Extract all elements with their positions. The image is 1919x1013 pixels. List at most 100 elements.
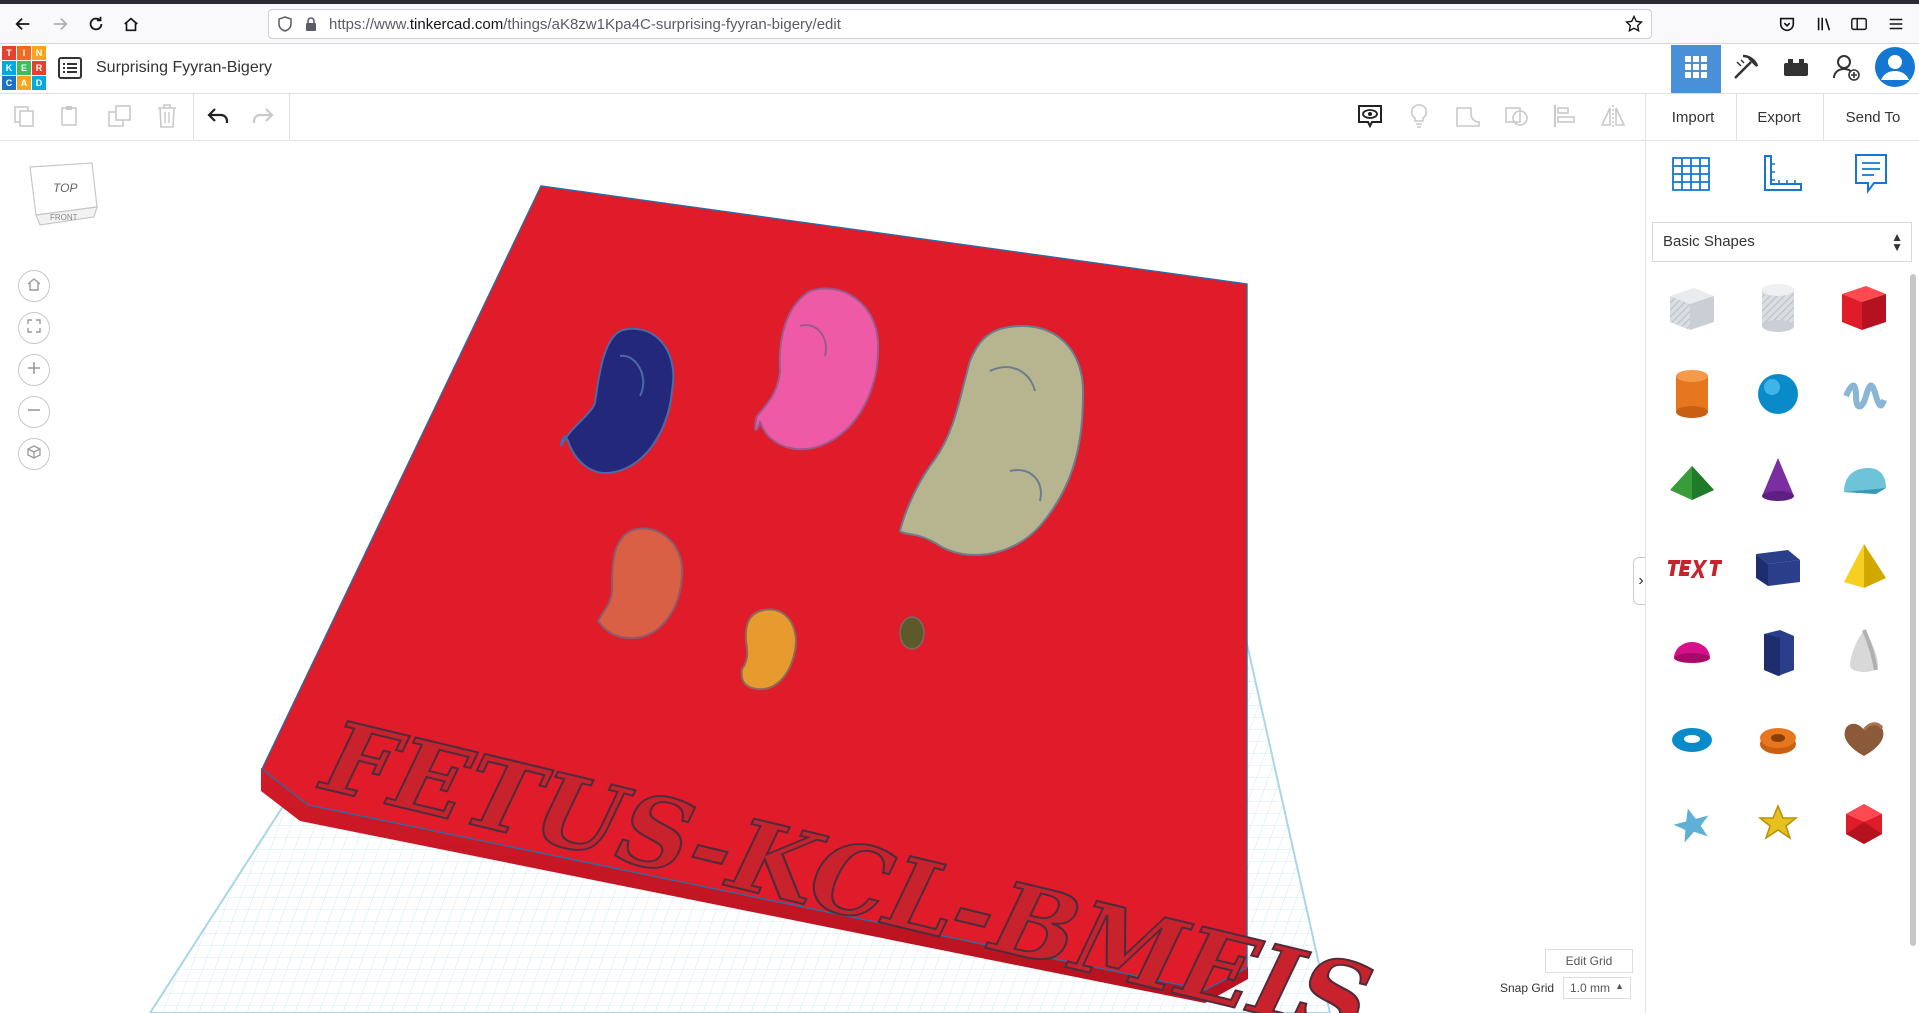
- half-sphere-icon[interactable]: [1660, 620, 1724, 684]
- scene-canvas[interactable]: FETUS-KCL-BMEIS: [0, 141, 1645, 1013]
- sphere-icon[interactable]: [1746, 362, 1810, 426]
- cylinder-hole-icon[interactable]: [1746, 276, 1810, 340]
- plus-icon: [26, 360, 42, 381]
- mirror-button[interactable]: [1598, 103, 1628, 133]
- scribble-icon[interactable]: [1832, 362, 1896, 426]
- align-button[interactable]: [1550, 103, 1580, 133]
- bookmark-star-icon[interactable]: [1624, 14, 1644, 38]
- design-title[interactable]: Surprising Fyyran-Bigery: [96, 59, 272, 77]
- home-icon[interactable]: [117, 10, 145, 38]
- torus-icon[interactable]: [1660, 706, 1724, 770]
- workplane-button[interactable]: [1666, 151, 1716, 201]
- heart-icon[interactable]: [1832, 706, 1896, 770]
- zoom-in-button[interactable]: [18, 354, 50, 386]
- paste-button[interactable]: [55, 103, 85, 133]
- tab-bricks[interactable]: [1771, 45, 1821, 93]
- ungroup-icon: [1503, 103, 1531, 134]
- lock-icon[interactable]: [303, 16, 319, 37]
- tab-3d-design[interactable]: [1671, 45, 1721, 93]
- logo-letter: T: [2, 46, 16, 60]
- workplane-grid-icon: [1669, 154, 1713, 199]
- action-bar: Import Export Send To: [1645, 94, 1919, 141]
- zoom-out-button[interactable]: [18, 396, 50, 428]
- duplicate-button[interactable]: [105, 103, 135, 133]
- group-button[interactable]: [1453, 103, 1483, 133]
- ruler-button[interactable]: [1756, 151, 1806, 201]
- ungroup-button[interactable]: [1502, 103, 1532, 133]
- logo-letter: E: [17, 61, 31, 75]
- fit-view-button[interactable]: [18, 312, 50, 344]
- lightbulb-button[interactable]: [1404, 103, 1434, 133]
- ruler-icon: [1759, 154, 1803, 199]
- star-gold-icon[interactable]: [1746, 792, 1810, 856]
- shield-icon[interactable]: [277, 16, 293, 37]
- edit-grid-button[interactable]: Edit Grid: [1545, 949, 1633, 973]
- view-cube-top-label[interactable]: TOP: [53, 181, 77, 195]
- back-icon[interactable]: [9, 10, 37, 38]
- view-cube-front-label[interactable]: FRONT: [50, 213, 78, 222]
- logo-letter: R: [32, 61, 46, 75]
- url-bar[interactable]: https://www.tinkercad.com/things/aK8zw1K…: [268, 9, 1652, 39]
- logo-letter: K: [2, 61, 16, 75]
- tinkercad-logo[interactable]: T I N K E R C A D: [2, 46, 46, 91]
- tube-icon[interactable]: [1746, 706, 1810, 770]
- text-shape-icon[interactable]: [1660, 534, 1724, 598]
- roof-icon[interactable]: [1660, 448, 1724, 512]
- eye-bubble-icon: [1356, 102, 1384, 135]
- pyramid-icon[interactable]: [1832, 534, 1896, 598]
- 3d-viewport[interactable]: FETUS-KCL-BMEIS TOP FRONT Edit Grid Snap…: [0, 141, 1645, 1013]
- shape-category-select[interactable]: Basic Shapes ▲ ▼: [1652, 222, 1912, 262]
- sidebar-icon[interactable]: [1845, 10, 1873, 38]
- logo-letter: I: [17, 46, 31, 60]
- panel-scrollbar[interactable]: [1910, 274, 1916, 946]
- pocket-icon[interactable]: [1773, 10, 1801, 38]
- redo-button[interactable]: [248, 103, 278, 133]
- snap-grid-select[interactable]: 1.0 mm ▲: [1563, 977, 1631, 999]
- app-header: T I N K E R C A D Surprising Fyyran-Bige…: [0, 45, 1919, 94]
- add-user-icon: [1831, 52, 1861, 87]
- box-icon[interactable]: [1832, 276, 1896, 340]
- cylinder-icon[interactable]: [1660, 362, 1724, 426]
- delete-button[interactable]: [152, 103, 182, 133]
- paste-icon: [58, 104, 82, 133]
- undo-icon: [206, 106, 230, 131]
- logo-letter: A: [17, 76, 31, 90]
- tab-blocks[interactable]: [1721, 45, 1771, 93]
- undo-button[interactable]: [203, 103, 233, 133]
- copy-icon: [12, 104, 36, 133]
- send-to-button[interactable]: Send To: [1829, 94, 1917, 140]
- user-avatar[interactable]: [1870, 45, 1919, 93]
- home-view-icon: [26, 276, 42, 297]
- url-text[interactable]: https://www.tinkercad.com/things/aK8zw1K…: [329, 16, 841, 33]
- menu-icon[interactable]: [1882, 10, 1910, 38]
- export-button[interactable]: Export: [1744, 94, 1814, 140]
- notes-button[interactable]: [1846, 151, 1896, 201]
- design-list-icon[interactable]: [58, 57, 82, 84]
- collapse-panel-tab[interactable]: ›: [1633, 557, 1645, 605]
- import-button[interactable]: Import: [1658, 94, 1728, 140]
- perspective-button[interactable]: [18, 438, 50, 470]
- group-icon: [1454, 103, 1482, 134]
- forward-icon[interactable]: [46, 10, 74, 38]
- toolbar-divider: [289, 94, 290, 141]
- box-hole-icon[interactable]: [1660, 276, 1724, 340]
- shapes-panel: Basic Shapes ▲ ▼: [1645, 141, 1919, 1013]
- cone-icon[interactable]: [1746, 448, 1810, 512]
- home-view-button[interactable]: [18, 270, 50, 302]
- cube-icon: [26, 444, 42, 465]
- icosahedron-icon[interactable]: [1832, 792, 1896, 856]
- align-icon: [1552, 103, 1578, 134]
- library-icon[interactable]: [1810, 10, 1838, 38]
- snap-grid-label: Snap Grid: [1500, 981, 1555, 995]
- round-roof-icon[interactable]: [1832, 448, 1896, 512]
- invite-user-button[interactable]: [1821, 45, 1871, 93]
- paraboloid-icon[interactable]: [1832, 620, 1896, 684]
- fetus-model-small[interactable]: [899, 616, 925, 650]
- star-icon[interactable]: [1660, 792, 1724, 856]
- reload-icon[interactable]: [82, 10, 110, 38]
- wedge-icon[interactable]: [1746, 534, 1810, 598]
- copy-button[interactable]: [9, 103, 39, 133]
- show-hide-button[interactable]: [1355, 103, 1385, 133]
- polygon-icon[interactable]: [1746, 620, 1810, 684]
- view-cube[interactable]: TOP FRONT: [22, 159, 102, 236]
